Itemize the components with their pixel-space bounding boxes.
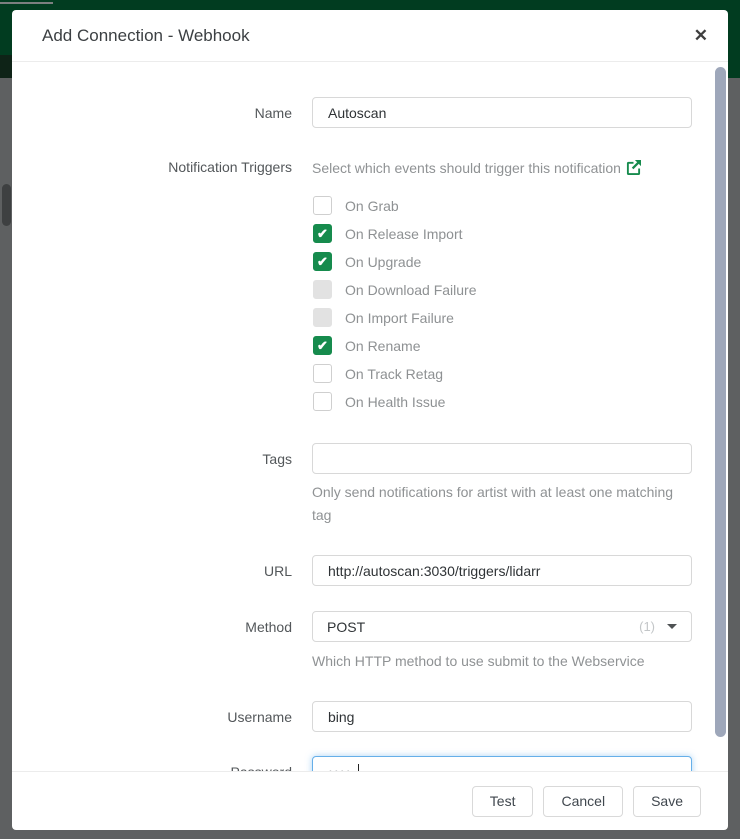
method-label: Method [12,611,292,673]
password-row: Password [12,756,728,771]
url-row: URL [12,555,728,586]
tags-row: Tags Only send notifications for artist … [12,443,728,527]
name-row: Name [12,97,728,128]
trigger-row: ✔ On Track Retag [313,364,692,383]
check-icon: ✔ [317,255,328,268]
modal-body: Name Notification Triggers Select which … [12,62,728,771]
method-helper: Which HTTP method to use submit to the W… [312,650,692,673]
trigger-checkbox[interactable]: ✔ [313,252,332,271]
method-count-badge: (1) [639,619,655,634]
trigger-label: On Upgrade [345,254,421,270]
trigger-row: ✔ On Download Failure [313,280,692,299]
triggers-list-row: ✔ On Grab ✔ On Release Import ✔ On Upgra… [12,180,728,420]
background-sidebar-corner [0,55,12,78]
password-input[interactable] [312,756,692,771]
trigger-checkbox[interactable]: ✔ [313,196,332,215]
name-label: Name [12,97,292,128]
trigger-row: ✔ On Health Issue [313,392,692,411]
trigger-checkbox[interactable]: ✔ [313,280,332,299]
background-scrollbar-thumb [2,184,11,226]
triggers-row: Notification Triggers Select which event… [12,157,728,180]
trigger-label: On Track Retag [345,366,443,382]
trigger-row: ✔ On Rename [313,336,692,355]
modal-scrollbar[interactable] [715,67,726,737]
url-label: URL [12,555,292,586]
tags-input[interactable] [312,443,692,474]
trigger-checkbox[interactable]: ✔ [313,364,332,383]
triggers-label: Notification Triggers [12,157,292,180]
trigger-label: On Import Failure [345,310,454,326]
modal-title: Add Connection - Webhook [12,26,250,46]
trigger-checkbox[interactable]: ✔ [313,308,332,327]
url-input[interactable] [312,555,692,586]
username-input[interactable] [312,701,692,732]
trigger-label: On Release Import [345,226,463,242]
tags-label: Tags [12,443,292,527]
text-cursor [358,764,359,771]
add-connection-modal: Add Connection - Webhook ✕ Name Notifica… [12,10,728,830]
check-icon: ✔ [317,227,328,240]
trigger-label: On Rename [345,338,420,354]
triggers-list: ✔ On Grab ✔ On Release Import ✔ On Upgra… [312,196,692,420]
check-icon: ✔ [317,339,328,352]
trigger-label: On Health Issue [345,394,445,410]
trigger-checkbox[interactable]: ✔ [313,392,332,411]
chevron-down-icon [667,624,677,629]
trigger-row: ✔ On Upgrade [313,252,692,271]
trigger-checkbox[interactable]: ✔ [313,224,332,243]
test-button[interactable]: Test [472,786,534,817]
trigger-label: On Grab [345,198,399,214]
trigger-row: ✔ On Import Failure [313,308,692,327]
save-button[interactable]: Save [633,786,701,817]
method-value: POST [327,619,639,635]
method-select[interactable]: POST (1) [312,611,692,642]
external-link-icon[interactable] [626,160,641,180]
username-row: Username [12,701,728,732]
close-icon[interactable]: ✕ [691,25,711,47]
password-label: Password [12,756,292,771]
triggers-helper: Select which events should trigger this … [312,160,621,176]
background-progress-line [0,2,53,4]
username-label: Username [12,701,292,732]
name-input[interactable] [312,97,692,128]
tags-helper: Only send notifications for artist with … [312,481,692,527]
method-row: Method POST (1) Which HTTP method to use… [12,611,728,673]
modal-footer: Test Cancel Save [12,771,728,830]
trigger-row: ✔ On Grab [313,196,692,215]
trigger-checkbox[interactable]: ✔ [313,336,332,355]
cancel-button[interactable]: Cancel [543,786,623,817]
modal-header: Add Connection - Webhook ✕ [12,10,728,62]
trigger-label: On Download Failure [345,282,477,298]
trigger-row: ✔ On Release Import [313,224,692,243]
